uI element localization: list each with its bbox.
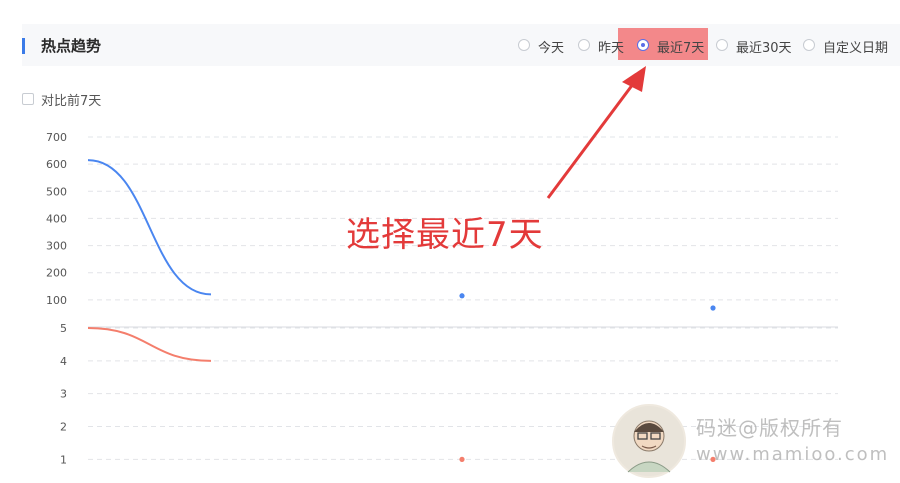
arrow-line (546, 79, 638, 199)
watermark-text: 码迷@版权所有 (696, 416, 843, 440)
watermark-url: www.mamioo.com (696, 444, 890, 465)
series-line (87, 327, 212, 362)
y-tick-label: 5 (60, 322, 67, 335)
y-tick-label: 400 (46, 212, 67, 225)
series-line (87, 159, 212, 296)
annotation-callout: 选择最近7天 (346, 215, 544, 255)
annotation-arrow (546, 66, 646, 199)
arrow-head (622, 66, 646, 92)
y-tick-label: 3 (60, 388, 67, 401)
y-tick-label: 700 (46, 131, 67, 144)
watermark: 码迷@版权所有 www.mamioo.com (612, 404, 900, 483)
data-point (710, 305, 716, 311)
y-tick-label: 4 (60, 355, 67, 368)
y-tick-label: 300 (46, 240, 67, 253)
y-tick-label: 500 (46, 185, 67, 198)
y-tick-label: 200 (46, 267, 67, 280)
y-tick-label: 100 (46, 294, 67, 307)
y-tick-label: 2 (60, 421, 67, 434)
data-point (459, 456, 465, 462)
y-tick-label: 600 (46, 158, 67, 171)
data-point (459, 293, 465, 299)
y-tick-label: 1 (60, 453, 67, 466)
watermark-avatar-icon (612, 404, 686, 478)
